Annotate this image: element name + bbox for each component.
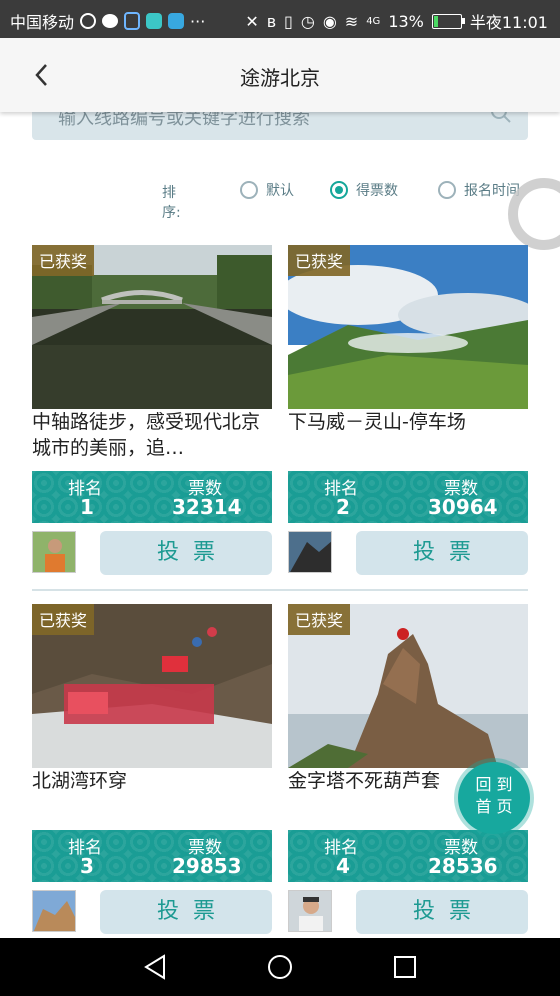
vote-button[interactable]: 投票 — [356, 531, 528, 575]
status-bar: 中国移动 ··· ✕ ʙ ▯ ◷ ◉ ≋ 4G 13% 半夜11:01 — [0, 0, 560, 38]
sort-option-votes[interactable]: 得票数 — [330, 180, 398, 200]
avatar[interactable] — [288, 531, 332, 573]
awarded-badge: 已获奖 — [32, 245, 95, 276]
nav-back-icon[interactable] — [140, 952, 170, 982]
vote-button[interactable]: 投票 — [356, 890, 528, 934]
battery-icon — [431, 13, 465, 29]
awarded-badge: 已获奖 — [288, 604, 351, 635]
route-name[interactable]: 北湖湾环穿 — [32, 768, 272, 794]
avatar[interactable] — [32, 890, 76, 932]
fab-line-1: 回 到 — [475, 775, 513, 794]
search-icon[interactable] — [490, 112, 512, 124]
back-to-home-button[interactable]: 回 到 首 页 — [458, 762, 530, 834]
sort-option-label: 得票数 — [356, 183, 398, 199]
rank-value: 1 — [80, 495, 94, 519]
rank-value: 4 — [336, 854, 350, 878]
rank-stats-bar: 排名 1 票数 32314 — [32, 471, 272, 523]
avatar[interactable] — [288, 890, 332, 932]
rank-value: 2 — [336, 495, 350, 519]
clock: 半夜11:01 — [469, 13, 548, 32]
sort-option-default[interactable]: 默认 — [240, 180, 294, 200]
vibrate-icon: ▯ — [284, 11, 293, 31]
radio-selected-icon — [330, 181, 348, 199]
wechat-icon — [102, 14, 119, 28]
route-photo-canal[interactable]: 已获奖 — [32, 245, 272, 409]
rank-stats-bar: 排名 3 票数 29853 — [32, 830, 272, 882]
route-name[interactable]: 下马威－灵山-停车场 — [288, 409, 528, 435]
awarded-badge: 已获奖 — [288, 245, 351, 276]
bluetooth-icon: ʙ — [266, 11, 277, 31]
votes-value: 29853 — [172, 854, 242, 878]
sort-option-label: 默认 — [266, 183, 294, 199]
search-bar — [32, 112, 528, 140]
sort-option-signup-time[interactable]: 报名时间 — [438, 180, 520, 200]
search-input[interactable] — [56, 112, 480, 136]
radio-icon — [240, 181, 258, 199]
main-content[interactable]: 排序: 默认 得票数 报名时间 — [0, 112, 560, 938]
route-name[interactable]: 中轴路徒步，感受现代北京城市的美丽，追… — [32, 409, 272, 461]
mute-icon: ✕ — [245, 11, 259, 31]
rank-stats-bar: 排名 4 票数 28536 — [288, 830, 528, 882]
rank-value: 3 — [80, 854, 94, 878]
wifi-icon: ≋ — [344, 11, 359, 31]
radio-icon — [438, 181, 456, 199]
lock-app-icon — [124, 12, 141, 30]
fab-line-2: 首 页 — [475, 797, 513, 816]
vote-button[interactable]: 投票 — [100, 890, 272, 934]
alarm-clock-icon — [80, 13, 97, 29]
app-icon — [146, 13, 163, 29]
alarm-icon: ◷ — [300, 11, 315, 31]
votes-value: 30964 — [428, 495, 498, 519]
app-header: 途游北京 — [0, 38, 560, 112]
telegram-icon — [168, 13, 185, 29]
nav-recents-icon[interactable] — [390, 952, 420, 982]
vote-button[interactable]: 投票 — [100, 531, 272, 575]
page-title: 途游北京 — [240, 66, 320, 90]
eye-icon: ◉ — [322, 11, 337, 31]
votes-value: 28536 — [428, 854, 498, 878]
route-photo-mountain-clouds[interactable]: 已获奖 — [288, 245, 528, 409]
battery-percent: 13% — [388, 11, 424, 31]
row-divider — [32, 589, 528, 591]
votes-value: 32314 — [172, 495, 242, 519]
system-nav-bar — [0, 938, 560, 996]
route-photo-hiking-group[interactable]: 已获奖 — [32, 604, 272, 768]
sort-label: 排序: — [162, 185, 181, 221]
awarded-badge: 已获奖 — [32, 604, 95, 635]
avatar[interactable] — [32, 531, 76, 573]
carrier-label: 中国移动 — [10, 13, 75, 32]
route-photo-rock-summit[interactable]: 已获奖 — [288, 604, 528, 768]
network-type: 4G — [366, 15, 381, 27]
rank-stats-bar: 排名 2 票数 30964 — [288, 471, 528, 523]
more-notifications: ··· — [190, 11, 206, 31]
nav-home-icon[interactable] — [265, 952, 295, 982]
